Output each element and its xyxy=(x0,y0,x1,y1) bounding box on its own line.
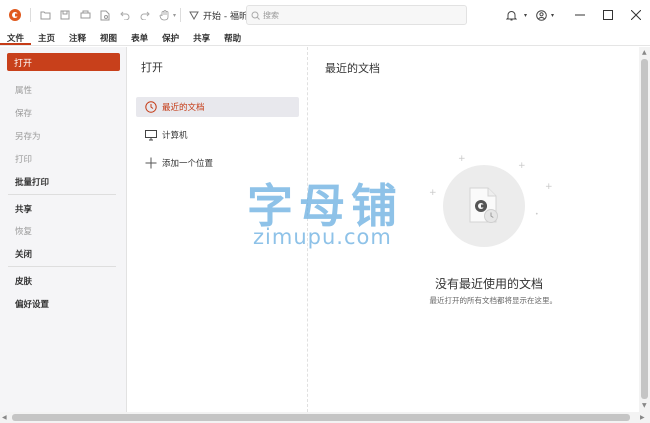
open-file-icon[interactable] xyxy=(35,5,55,25)
sidebar-item-save-as[interactable]: 另存为 xyxy=(15,130,41,142)
menu-view[interactable]: 视图 xyxy=(93,30,124,45)
computer-icon xyxy=(145,129,157,140)
sparkle-decoration: + xyxy=(545,182,553,192)
account-icon[interactable] xyxy=(533,5,551,25)
sidebar-item-skin[interactable]: 皮肤 xyxy=(15,275,32,287)
redo-icon[interactable] xyxy=(135,5,155,25)
notification-dropdown-icon[interactable]: ▾ xyxy=(524,12,527,19)
notification-bell-icon[interactable] xyxy=(500,5,524,25)
vertical-scroll-thumb[interactable] xyxy=(641,59,648,399)
location-label: 最近的文档 xyxy=(162,103,205,113)
horizontal-scroll-thumb[interactable] xyxy=(12,414,630,421)
clock-icon xyxy=(145,101,157,113)
sparkle-decoration: + xyxy=(429,188,437,198)
location-label: 添加一个位置 xyxy=(162,159,214,169)
open-pane-title: 打开 xyxy=(141,61,163,74)
maximize-button[interactable] xyxy=(594,0,622,30)
sidebar-item-share[interactable]: 共享 xyxy=(15,203,32,215)
add-location-icon xyxy=(145,157,157,169)
menu-file[interactable]: 文件 xyxy=(0,30,32,45)
print-icon[interactable] xyxy=(75,5,95,25)
minimize-button[interactable] xyxy=(566,0,594,30)
empty-state-title: 没有最近使用的文档 xyxy=(434,277,543,291)
scroll-left-arrow-icon[interactable]: ◀ xyxy=(2,414,7,421)
location-computer[interactable]: 计算机 xyxy=(136,125,299,145)
horizontal-scrollbar[interactable]: ◀ ▶ xyxy=(0,412,650,423)
search-icon xyxy=(251,11,260,20)
sidebar-item-batch-print[interactable]: 批量打印 xyxy=(15,176,49,188)
location-recent-documents[interactable]: 最近的文档 xyxy=(136,97,299,117)
sidebar-item-print[interactable]: 打印 xyxy=(15,153,32,165)
window-controls: ▾ ▾ xyxy=(500,0,650,30)
sidebar-divider xyxy=(8,194,116,195)
sidebar-divider xyxy=(8,266,116,267)
open-button[interactable]: 打开 xyxy=(7,53,120,71)
menu-bar: 文件 主页 注释 视图 表单 保护 共享 帮助 xyxy=(0,30,650,46)
hand-tool-dropdown-icon[interactable]: ▾ xyxy=(173,12,176,19)
menu-home[interactable]: 主页 xyxy=(31,30,62,45)
watermark-english: zimupu.com xyxy=(253,225,392,249)
menu-help[interactable]: 帮助 xyxy=(217,30,248,45)
location-label: 计算机 xyxy=(162,131,188,141)
print-preview-icon[interactable] xyxy=(95,5,115,25)
sidebar-item-close[interactable]: 关闭 xyxy=(15,248,32,260)
menu-comment[interactable]: 注释 xyxy=(62,30,93,45)
empty-state-subtitle: 最近打开的所有文档都将显示在这里。 xyxy=(429,296,558,305)
maximize-icon xyxy=(603,10,613,20)
sidebar-item-save[interactable]: 保存 xyxy=(15,107,32,119)
tab-heart-icon xyxy=(189,11,199,20)
app-logo-icon[interactable] xyxy=(4,4,26,26)
undo-icon[interactable] xyxy=(115,5,135,25)
minimize-icon xyxy=(575,14,585,16)
title-bar: ▾ 开始 - 福昕... 搜索 ▾ ▾ xyxy=(0,0,650,30)
close-button[interactable] xyxy=(622,0,650,30)
vertical-scrollbar[interactable]: ▲ ▼ xyxy=(639,47,650,412)
search-placeholder: 搜索 xyxy=(263,10,279,20)
scroll-down-arrow-icon[interactable]: ▼ xyxy=(642,402,647,409)
sparkle-decoration: + xyxy=(458,154,466,164)
search-input[interactable]: 搜索 xyxy=(246,5,467,25)
toolbar-divider xyxy=(180,8,182,22)
sidebar-item-properties[interactable]: 属性 xyxy=(15,84,32,96)
empty-state-illustration xyxy=(443,165,525,247)
toolbar-divider xyxy=(30,8,31,22)
menu-protect[interactable]: 保护 xyxy=(155,30,186,45)
empty-document-icon xyxy=(469,187,498,223)
menu-share[interactable]: 共享 xyxy=(186,30,217,45)
recent-documents-title: 最近的文档 xyxy=(325,62,380,75)
sidebar-item-preferences[interactable]: 偏好设置 xyxy=(15,298,49,310)
account-dropdown-icon[interactable]: ▾ xyxy=(551,12,554,19)
sidebar-item-restore[interactable]: 恢复 xyxy=(15,225,32,237)
close-icon xyxy=(631,10,641,20)
save-icon[interactable] xyxy=(55,5,75,25)
menu-form[interactable]: 表单 xyxy=(124,30,155,45)
sparkle-decoration: • xyxy=(535,211,539,218)
sparkle-decoration: + xyxy=(518,161,526,171)
scroll-up-arrow-icon[interactable]: ▲ xyxy=(642,49,647,56)
hand-tool-icon[interactable] xyxy=(155,5,175,25)
backstage-sidebar: 打开 属性 保存 另存为 打印 批量打印 共享 恢复 关闭 皮肤 偏好设置 xyxy=(0,47,127,412)
scroll-right-arrow-icon[interactable]: ▶ xyxy=(640,414,645,421)
